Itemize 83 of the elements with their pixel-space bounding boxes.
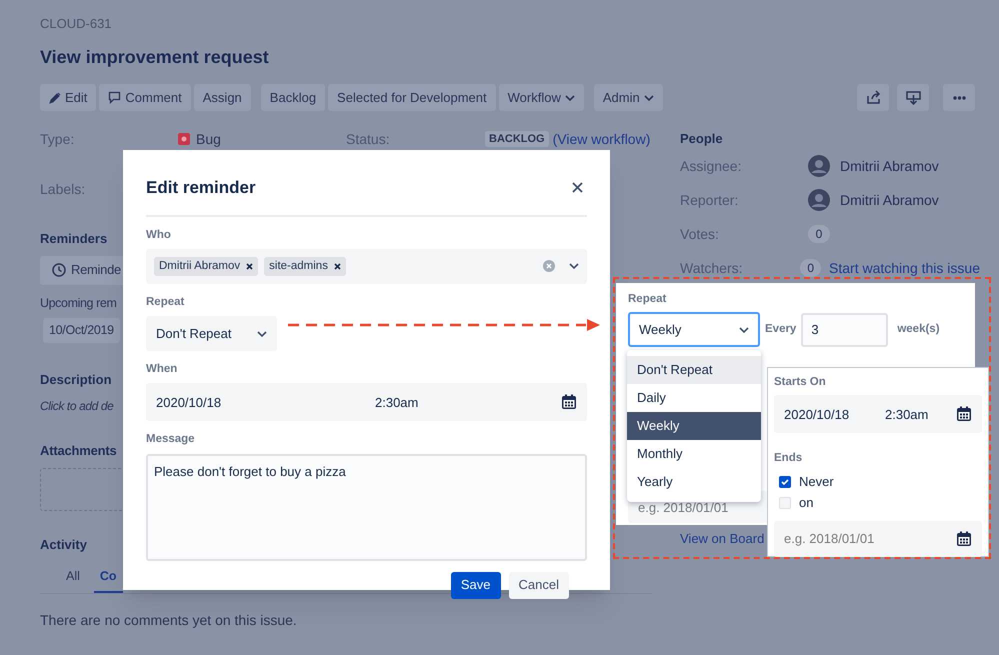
description-prompt[interactable]: Click to add de bbox=[40, 396, 114, 414]
unit-label: week(s) bbox=[897, 322, 940, 338]
field-label: Type: bbox=[40, 130, 76, 149]
message-field[interactable]: Please don't forget to buy a pizza bbox=[146, 454, 587, 560]
field-label: Ends bbox=[774, 451, 804, 466]
calendar-icon bbox=[561, 394, 577, 410]
date-field[interactable]: e.g. 2018/01/01 bbox=[774, 520, 982, 556]
toolbar-button[interactable]: Admin bbox=[594, 84, 663, 111]
recipient-tag: Dmitrii Abramov bbox=[154, 256, 258, 276]
remove-icon bbox=[246, 262, 254, 270]
empty-comments-text: There are no comments yet on this issue. bbox=[40, 611, 298, 630]
more-button[interactable] bbox=[943, 84, 975, 111]
field-label: Status: bbox=[346, 130, 391, 148]
field-label: Watchers: bbox=[680, 258, 744, 278]
export-icon bbox=[906, 90, 920, 105]
field-label: Assignee: bbox=[680, 156, 742, 176]
section-heading: Attachments bbox=[40, 442, 117, 460]
user-name: Dmitrii Abramov bbox=[840, 190, 939, 210]
chevron-down-icon bbox=[569, 263, 579, 270]
chevron-down-icon bbox=[739, 326, 749, 333]
save-button[interactable]: Save bbox=[450, 572, 501, 598]
count-badge: 0 bbox=[800, 259, 822, 277]
calendar-icon bbox=[956, 530, 972, 546]
checkbox[interactable] bbox=[779, 497, 791, 509]
share-button[interactable] bbox=[857, 84, 889, 111]
export-button[interactable] bbox=[897, 84, 929, 111]
dropdown-option[interactable]: Yearly bbox=[627, 468, 761, 496]
section-heading: Description bbox=[40, 371, 112, 389]
recipient-tag: site-admins bbox=[264, 256, 346, 276]
calendar-icon bbox=[956, 406, 972, 422]
section-heading: Reminders bbox=[40, 230, 108, 248]
modal-title: Edit reminder bbox=[146, 177, 256, 199]
count-badge: 0 bbox=[808, 225, 830, 243]
repeat-select[interactable]: Don't Repeat bbox=[146, 316, 277, 351]
bug-icon bbox=[178, 133, 190, 145]
field-value: Bug bbox=[196, 130, 221, 149]
toolbar-button[interactable]: Backlog bbox=[260, 84, 326, 111]
issue-key: CLOUD-631 bbox=[40, 16, 999, 32]
option-label: on bbox=[799, 494, 814, 512]
activity-tab[interactable]: All bbox=[60, 562, 86, 594]
dropdown-option[interactable]: Weekly bbox=[627, 412, 761, 440]
recipients-field[interactable]: Dmitrii Abramov site-admins bbox=[146, 248, 587, 284]
repeat-select[interactable]: Weekly bbox=[628, 312, 760, 348]
speech-bubble-icon bbox=[108, 91, 122, 104]
section-heading: Activity bbox=[40, 536, 87, 554]
issue-title: View improvement request bbox=[40, 46, 270, 68]
dropdown-option[interactable]: Don't Repeat bbox=[627, 356, 761, 384]
field-label: Who bbox=[146, 228, 172, 242]
clock-icon bbox=[52, 263, 66, 277]
avatar-icon bbox=[808, 155, 830, 177]
field-label: Repeat bbox=[628, 292, 668, 307]
datetime-field[interactable]: 2020/10/18 2:30am bbox=[774, 395, 982, 434]
share-icon bbox=[866, 90, 880, 105]
checkbox[interactable] bbox=[779, 476, 791, 488]
field-label: Repeat bbox=[146, 294, 186, 310]
field-label: Votes: bbox=[680, 224, 720, 244]
date-badge: 10/Oct/2019 bbox=[43, 318, 120, 343]
cancel-button[interactable]: Cancel bbox=[508, 572, 569, 598]
upcoming-label: Upcoming rem bbox=[40, 294, 116, 312]
chevron-down-icon bbox=[257, 330, 267, 336]
field-label: Every bbox=[765, 322, 796, 338]
field-label: Starts On bbox=[774, 375, 827, 390]
clear-icon bbox=[543, 260, 555, 272]
field-label: Labels: bbox=[40, 180, 86, 199]
toolbar-button[interactable]: Edit bbox=[40, 84, 96, 111]
status-badge: BACKLOG bbox=[485, 130, 549, 148]
avatar-icon bbox=[808, 189, 830, 211]
option-label: Never bbox=[799, 473, 834, 492]
toolbar-button[interactable]: Assign bbox=[194, 84, 251, 111]
toolbar-button[interactable]: Workflow bbox=[498, 84, 584, 111]
user-name: Dmitrii Abramov bbox=[840, 156, 939, 176]
dropdown-option[interactable]: Daily bbox=[627, 384, 761, 412]
pencil-icon bbox=[49, 92, 61, 104]
field-label: Reporter: bbox=[680, 190, 740, 210]
dropdown-option[interactable]: Monthly bbox=[627, 440, 761, 468]
toolbar-button[interactable]: Comment bbox=[99, 84, 191, 111]
field-label: Message bbox=[146, 432, 196, 448]
field-label: When bbox=[146, 362, 178, 377]
datetime-field[interactable]: 2020/10/18 2:30am bbox=[146, 383, 587, 422]
remove-icon bbox=[334, 262, 341, 270]
section-heading: People bbox=[680, 130, 724, 148]
toolbar-button[interactable]: Selected for Development bbox=[328, 84, 496, 111]
interval-field[interactable]: 3 bbox=[801, 312, 888, 347]
